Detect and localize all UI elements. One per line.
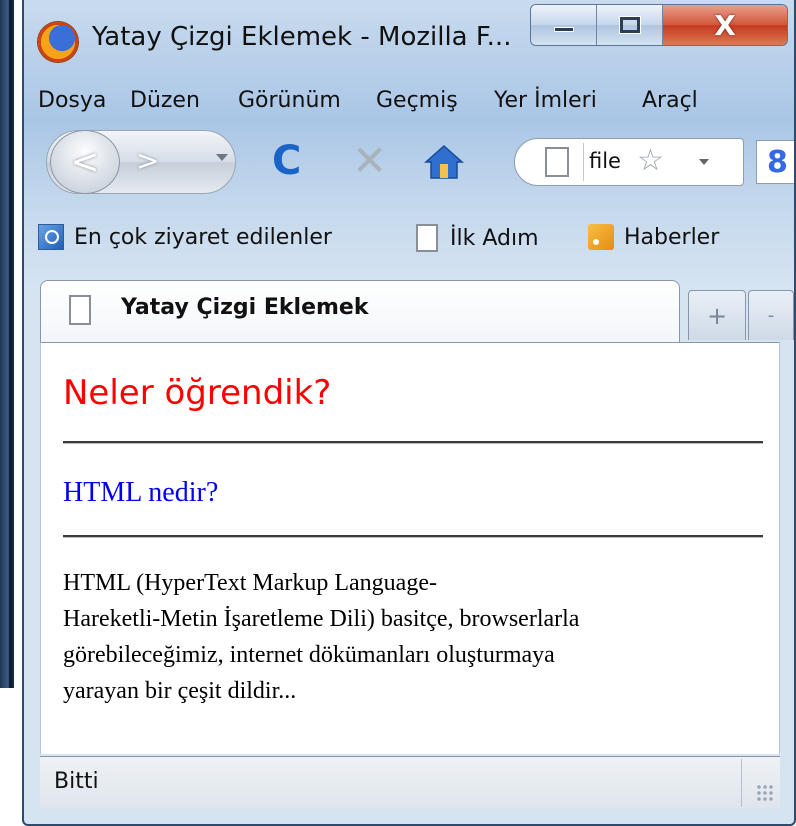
- page-paragraph: HTML (HyperText Markup Language- Hareket…: [63, 565, 763, 709]
- maximize-button[interactable]: [597, 5, 663, 45]
- desktop-window-edge: [9, 0, 12, 688]
- reload-icon[interactable]: C: [272, 138, 301, 184]
- back-button[interactable]: <: [50, 130, 120, 194]
- page-subheading: HTML nedir?: [63, 477, 219, 508]
- page-content: Neler öğrendik? HTML nedir? HTML (HyperT…: [40, 342, 780, 754]
- rss-feed-icon: [588, 224, 614, 250]
- firefox-logo-icon[interactable]: [38, 22, 78, 62]
- menu-item-gorunum[interactable]: Görünüm: [238, 88, 341, 113]
- window-title: Yatay Çizgi Eklemek - Mozilla F...: [92, 22, 512, 52]
- menu-item-gecmis[interactable]: Geçmiş: [376, 88, 458, 113]
- menu-item-duzen[interactable]: Düzen: [130, 88, 200, 113]
- plus-icon: +: [706, 301, 728, 330]
- maximize-icon: [619, 17, 640, 33]
- page-icon[interactable]: [545, 147, 569, 177]
- tab-strip: Yatay Çizgi Eklemek + -: [32, 270, 794, 342]
- bookmark-most-visited[interactable]: En çok ziyaret edilenler: [38, 224, 332, 250]
- bookmarks-toolbar: En çok ziyaret edilenler İlk Adım Haberl…: [32, 216, 794, 264]
- most-visited-icon: [38, 224, 64, 250]
- back-arrow-icon: <: [70, 142, 100, 182]
- close-button[interactable]: X: [663, 5, 787, 45]
- minimize-button[interactable]: [531, 5, 597, 45]
- paragraph-line: HTML (HyperText Markup Language-: [63, 570, 437, 596]
- paragraph-line: görebileceğimiz, internet dökümanları ol…: [63, 642, 555, 668]
- url-dropdown-icon[interactable]: [699, 159, 709, 165]
- status-text: Bitti: [54, 769, 99, 794]
- search-engine-button[interactable]: 8: [756, 140, 794, 184]
- menu-item-dosya[interactable]: Dosya: [38, 88, 106, 113]
- navigation-toolbar: < > C ✕ file ☆ 8: [32, 124, 794, 204]
- browser-window: Yatay Çizgi Eklemek - Mozilla F... X Dos…: [22, 0, 796, 826]
- bookmark-haberler[interactable]: Haberler: [588, 224, 719, 250]
- home-icon[interactable]: [424, 142, 464, 182]
- list-all-tabs-button[interactable]: -: [748, 290, 794, 340]
- page-heading: Neler öğrendik?: [63, 373, 332, 413]
- new-tab-button[interactable]: +: [688, 290, 746, 340]
- window-caption-buttons: X: [530, 4, 788, 46]
- paragraph-line: Hareketli-Metin İşaretleme Dili) basitçe…: [63, 606, 580, 632]
- url-bar-divider: [583, 143, 584, 181]
- history-dropdown-icon[interactable]: [216, 154, 228, 161]
- horizontal-rule: [63, 441, 763, 444]
- url-bar[interactable]: file ☆: [514, 138, 744, 186]
- bookmark-ilk-adim[interactable]: İlk Adım: [416, 224, 539, 252]
- tab-active[interactable]: Yatay Çizgi Eklemek: [40, 280, 680, 342]
- forward-button[interactable]: >: [136, 144, 159, 177]
- chevron-down-icon: -: [767, 305, 775, 326]
- menu-bar: Dosya Düzen Görünüm Geçmiş Yer İmleri Ar…: [32, 82, 794, 122]
- page-icon: [416, 224, 438, 252]
- desktop-background-strip: [0, 0, 14, 688]
- bookmark-label: İlk Adım: [450, 225, 539, 251]
- menu-item-yer-imleri[interactable]: Yer İmleri: [494, 88, 597, 113]
- bookmark-star-icon[interactable]: ☆: [637, 143, 664, 178]
- paragraph-line: yarayan bir çeşit dildir...: [63, 678, 297, 704]
- status-divider: [741, 759, 742, 807]
- stop-icon[interactable]: ✕: [352, 136, 387, 185]
- google-icon: 8: [767, 145, 788, 180]
- resize-grip-icon[interactable]: [756, 784, 774, 802]
- page-icon: [69, 295, 91, 325]
- url-input[interactable]: file: [589, 149, 621, 173]
- bookmark-label: En çok ziyaret edilenler: [74, 224, 332, 250]
- bookmark-label: Haberler: [624, 224, 720, 250]
- tab-title: Yatay Çizgi Eklemek: [121, 295, 369, 320]
- status-bar: Bitti: [40, 756, 780, 808]
- horizontal-rule: [63, 535, 763, 538]
- minimize-icon: [553, 26, 574, 32]
- menu-item-araclar[interactable]: Araçl: [642, 88, 698, 113]
- title-bar[interactable]: Yatay Çizgi Eklemek - Mozilla F... X: [24, 0, 794, 78]
- close-icon: X: [714, 8, 736, 42]
